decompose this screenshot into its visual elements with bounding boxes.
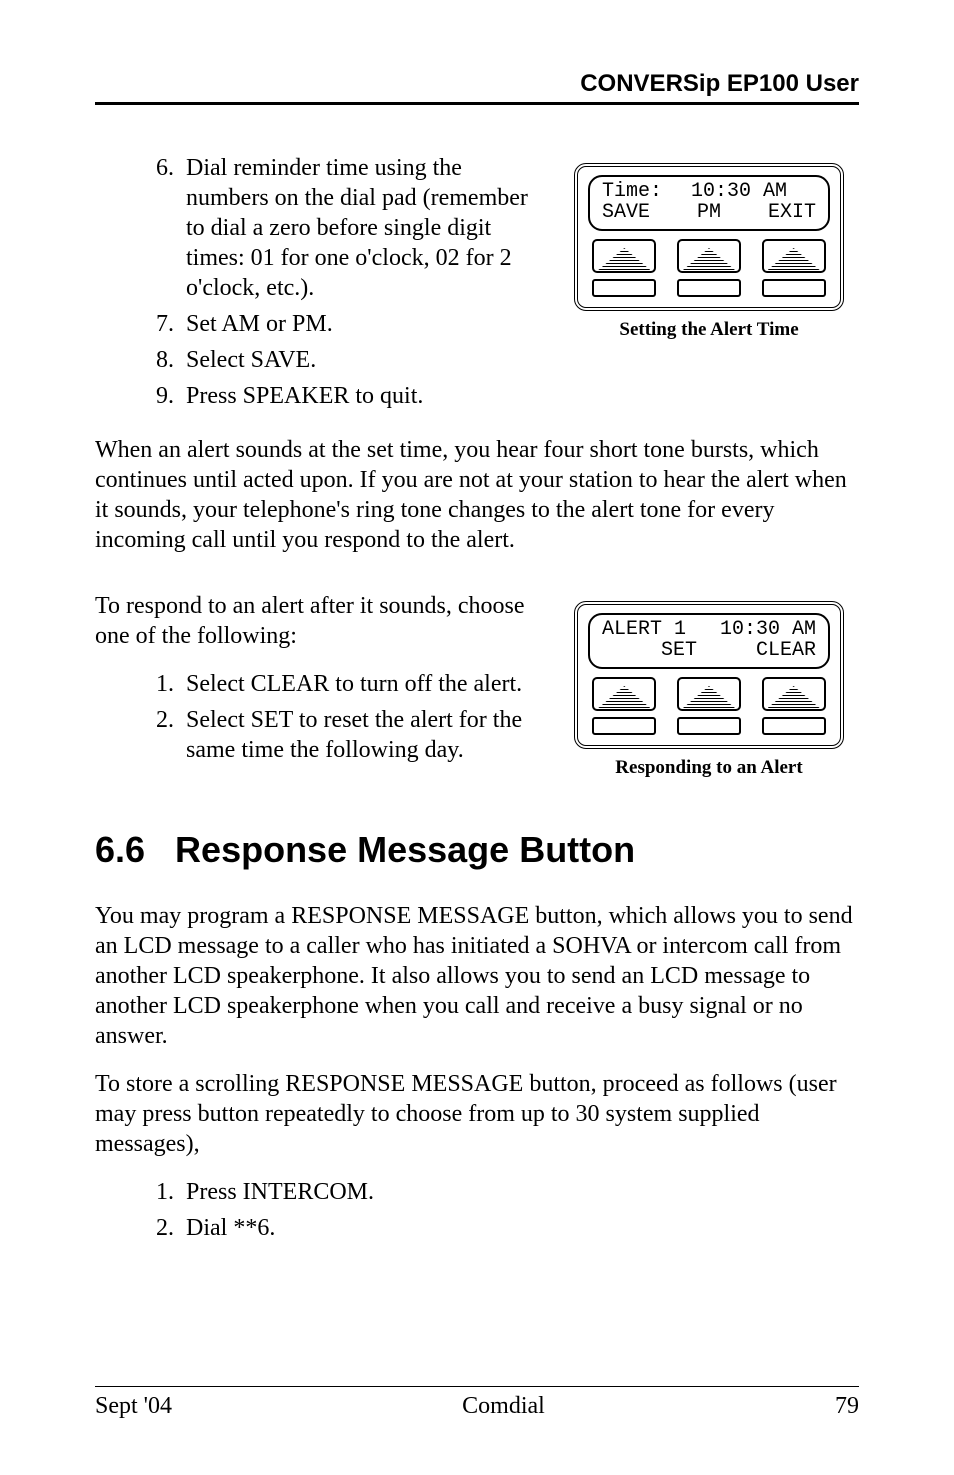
text: Select CLEAR to turn off the alert. <box>186 671 522 697</box>
lcd-text: Time: <box>602 181 662 202</box>
button-icon <box>762 279 826 297</box>
text: Select SAVE. <box>186 347 316 373</box>
softkey-icon <box>762 239 826 273</box>
lcd-text: SET <box>661 640 697 661</box>
list-item: Press SPEAKER to quit. <box>180 381 529 411</box>
phone-device: ALERT 1 10:30 AM SET CLEAR <box>574 601 844 749</box>
text: Press SPEAKER to quit. <box>186 383 423 409</box>
figure-caption: Responding to an Alert <box>559 757 859 779</box>
list-item: Select CLEAR to turn off the alert. <box>180 669 529 699</box>
button-icon <box>677 717 741 735</box>
body-paragraph: When an alert sounds at the set time, yo… <box>95 435 859 555</box>
lcd-text: EXIT <box>768 202 816 223</box>
button-icon <box>592 717 656 735</box>
figure-respond-alert: ALERT 1 10:30 AM SET CLEAR <box>559 601 859 779</box>
step-list-1: Dial reminder time using the numbers on … <box>150 153 529 411</box>
button-icon <box>762 717 826 735</box>
list-item: Dial **6. <box>180 1213 859 1243</box>
text: Press INTERCOM. <box>186 1179 374 1205</box>
list-item: Select SET to reset the alert for the sa… <box>180 705 529 765</box>
phone-device: Time: 10:30 AM SAVE PM EXIT <box>574 163 844 311</box>
softkey-icon <box>592 677 656 711</box>
header-title: CONVERSip EP100 User <box>95 70 859 98</box>
step-list-2: Select CLEAR to turn off the alert. Sele… <box>150 669 529 765</box>
footer-center: Comdial <box>462 1393 545 1420</box>
text: Set AM or PM. <box>186 311 333 337</box>
button-icon <box>677 279 741 297</box>
list-item: Press INTERCOM. <box>180 1177 859 1207</box>
body-paragraph: To respond to an alert after it sounds, … <box>95 591 529 651</box>
lcd-text: PM <box>697 202 721 223</box>
lcd-screen: Time: 10:30 AM SAVE PM EXIT <box>588 175 830 231</box>
text: Select SET to reset the alert for the sa… <box>186 707 522 763</box>
body-paragraph: You may program a RESPONSE MESSAGE butto… <box>95 901 859 1051</box>
lcd-text: CLEAR <box>756 640 816 661</box>
softkey-icon <box>592 239 656 273</box>
softkey-icon <box>677 677 741 711</box>
figure-caption: Setting the Alert Time <box>559 319 859 341</box>
softkey-icon <box>762 677 826 711</box>
footer-right: 79 <box>835 1393 859 1420</box>
lcd-text: SAVE <box>602 202 650 223</box>
figure-alert-time: Time: 10:30 AM SAVE PM EXIT <box>559 163 859 417</box>
footer-left: Sept '04 <box>95 1393 172 1420</box>
section-heading: 6.6 Response Message Button <box>95 829 859 871</box>
list-item: Dial reminder time using the numbers on … <box>180 153 529 303</box>
list-item: Set AM or PM. <box>180 309 529 339</box>
lcd-text: ALERT 1 <box>602 619 686 640</box>
text: Dial reminder time using the numbers on … <box>186 155 528 301</box>
softkey-icon <box>677 239 741 273</box>
text: Dial **6. <box>186 1215 275 1241</box>
lcd-screen: ALERT 1 10:30 AM SET CLEAR <box>588 613 830 669</box>
lcd-text: 10:30 AM <box>720 619 816 640</box>
list-item: Select SAVE. <box>180 345 529 375</box>
section-number: 6.6 <box>95 829 145 870</box>
page-footer: Sept '04 Comdial 79 <box>95 1386 859 1420</box>
lcd-text: 10:30 AM <box>691 181 787 202</box>
button-icon <box>592 279 656 297</box>
step-list-3: Press INTERCOM. Dial **6. <box>150 1177 859 1243</box>
section-title: Response Message Button <box>175 829 635 870</box>
body-paragraph: To store a scrolling RESPONSE MESSAGE bu… <box>95 1069 859 1159</box>
page-header: CONVERSip EP100 User <box>95 70 859 105</box>
